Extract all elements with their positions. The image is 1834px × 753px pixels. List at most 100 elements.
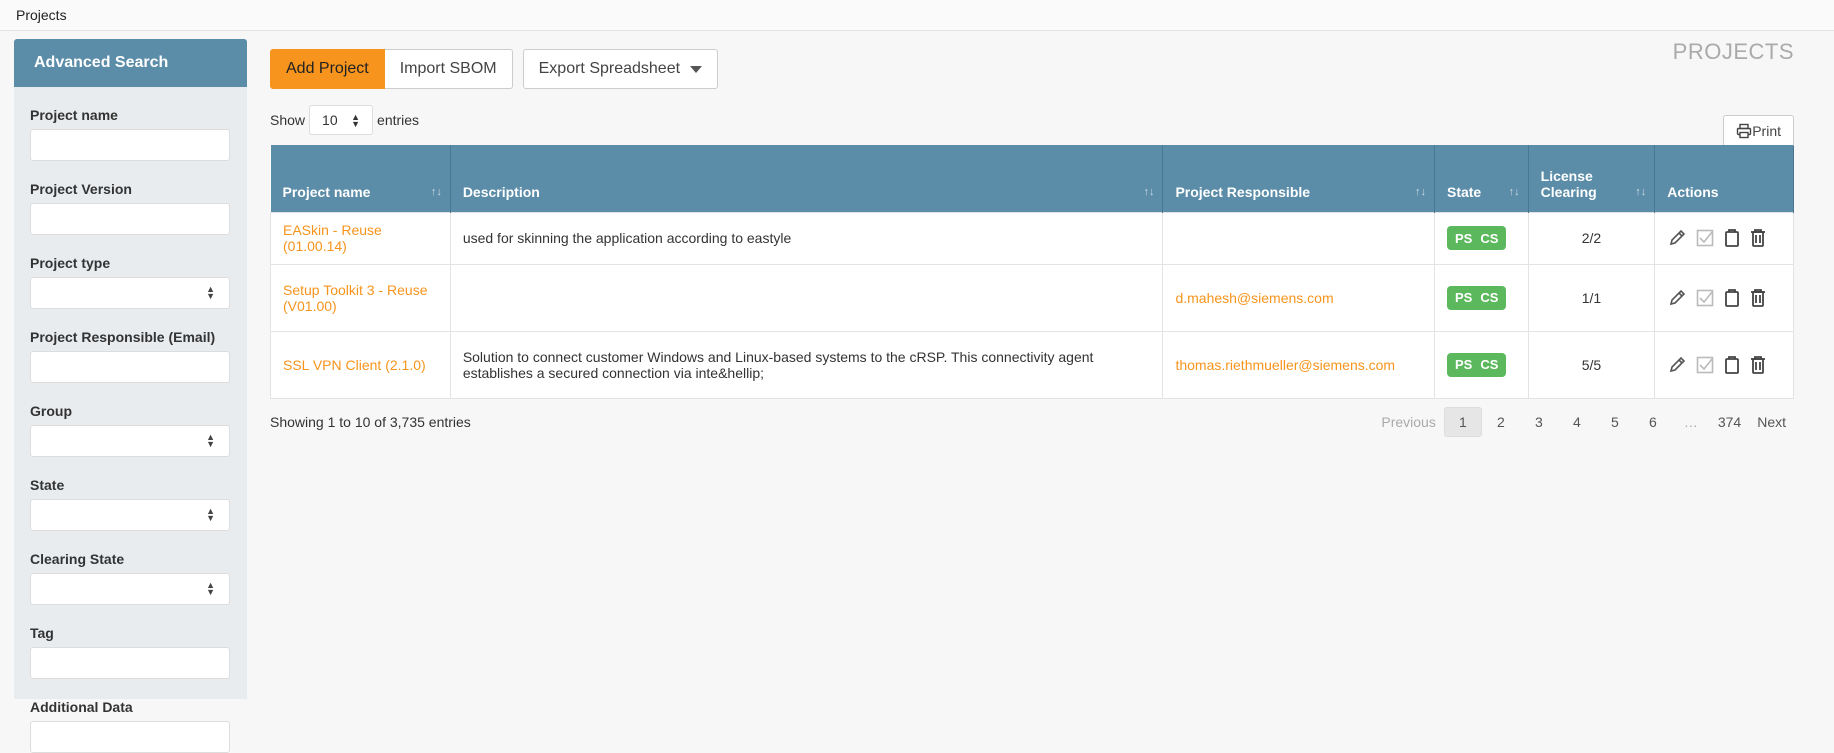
clipboard-icon[interactable]: [1723, 355, 1741, 375]
export-spreadsheet-button[interactable]: Export Spreadsheet: [522, 49, 719, 89]
filter-label: Group: [30, 403, 72, 419]
pagination-page[interactable]: 374: [1710, 407, 1749, 437]
pencil-icon[interactable]: [1667, 228, 1687, 248]
filter-tag: Tag: [14, 625, 247, 679]
topbar: Projects: [0, 0, 1834, 31]
column-header-label: Description: [462, 183, 540, 200]
filter-label: Project type: [30, 255, 111, 271]
select-arrows-icon: ▲ ▼: [351, 112, 361, 129]
toolbar: Add Project Import SBOM Export Spreadshe…: [270, 49, 1794, 89]
filter-state: State ▲ ▼: [14, 477, 247, 531]
column-header-state[interactable]: State ↑↓: [1434, 145, 1529, 212]
cell-state: PS CS: [1433, 211, 1529, 265]
cell-state: PS CS: [1433, 263, 1529, 332]
sort-icon: ↑↓: [1414, 185, 1426, 198]
show-label: Show: [270, 112, 306, 128]
filter-label: Tag: [30, 625, 54, 641]
pagination: Previous 1 2 3 4 5 6 … 374 Next: [1373, 406, 1794, 437]
cell-actions: [1654, 330, 1794, 399]
filter-project-type: Project type ▲ ▼: [14, 255, 247, 309]
project-state-label: PS: [1454, 357, 1473, 372]
additional-data-input[interactable]: [30, 721, 230, 753]
project-link[interactable]: SSL VPN Client (2.1.0): [283, 357, 426, 373]
column-header-description[interactable]: Description ↑↓: [450, 145, 1164, 212]
filter-label: State: [30, 477, 65, 493]
column-header-project-name[interactable]: Project name ↑↓: [270, 145, 451, 212]
project-link[interactable]: Setup Toolkit 3 - Reuse (V01.00): [283, 282, 428, 314]
pagination-page[interactable]: 4: [1558, 407, 1596, 437]
column-header-license-clearing[interactable]: License Clearing ↑↓: [1528, 145, 1656, 212]
row-actions: [1667, 228, 1781, 248]
cell-project-responsible: thomas.riethmueller@siemens.com: [1162, 330, 1435, 399]
table-header-row: Project name ↑↓ Description ↑↓ Project R…: [270, 145, 1794, 212]
column-header-project-responsible[interactable]: Project Responsible ↑↓: [1162, 145, 1435, 212]
column-header-label: License Clearing: [1540, 167, 1597, 200]
cell-license-clearing: 5/5: [1527, 330, 1656, 399]
project-state-label: PS: [1454, 290, 1473, 305]
cell-project-responsible: [1162, 211, 1435, 265]
page-title: PROJECTS: [1672, 39, 1794, 64]
clearing-state-label: CS: [1480, 357, 1499, 372]
filter-label: Additional Data: [30, 699, 133, 715]
project-name-input[interactable]: [30, 129, 230, 161]
responsible-email-link[interactable]: thomas.riethmueller@siemens.com: [1175, 357, 1395, 373]
filter-label: Project Version: [30, 181, 132, 197]
trash-icon[interactable]: [1749, 288, 1767, 308]
cell-state: PS CS: [1433, 330, 1529, 399]
add-project-button[interactable]: Add Project: [270, 49, 385, 89]
pagination-previous[interactable]: Previous: [1373, 407, 1443, 437]
cell-license-clearing: 1/1: [1527, 263, 1656, 332]
clearing-state-label: CS: [1480, 230, 1499, 246]
filter-project-name: Project name: [14, 107, 247, 161]
state-select[interactable]: ▲ ▼: [30, 499, 230, 531]
page-length-value: 10: [322, 112, 338, 128]
group-select[interactable]: ▲ ▼: [30, 425, 230, 457]
responsible-email-link[interactable]: d.mahesh@siemens.com: [1175, 290, 1333, 306]
pagination-page[interactable]: 1: [1443, 406, 1482, 437]
clearing-state-select[interactable]: ▲ ▼: [30, 573, 230, 605]
cell-license-clearing: 2/2: [1527, 211, 1656, 265]
cell-description: Solution to connect customer Windows and…: [449, 330, 1164, 399]
row-actions: [1667, 288, 1781, 308]
clearing-state-label: CS: [1480, 290, 1499, 305]
import-sbom-button[interactable]: Import SBOM: [384, 49, 513, 89]
cell-project-responsible: d.mahesh@siemens.com: [1162, 263, 1435, 332]
printer-icon: [1737, 123, 1752, 139]
pagination-page[interactable]: 3: [1520, 407, 1558, 437]
checkbox-icon[interactable]: [1695, 355, 1715, 375]
project-link[interactable]: EASkin - Reuse (01.00.14): [283, 222, 382, 254]
project-responsible-input[interactable]: [30, 351, 230, 383]
sort-icon: ↑↓: [430, 185, 442, 198]
print-button[interactable]: Print: [1723, 115, 1794, 147]
filter-additional-data: Additional Data: [14, 699, 247, 753]
filter-clearing-state: Clearing State ▲ ▼: [14, 551, 247, 605]
filter-project-responsible: Project Responsible (Email): [14, 329, 247, 383]
trash-icon[interactable]: [1749, 228, 1767, 248]
filter-group: Group ▲ ▼: [14, 403, 247, 457]
pagination-page[interactable]: 5: [1596, 407, 1634, 437]
pagination-page[interactable]: 2: [1482, 407, 1520, 437]
checkbox-icon[interactable]: [1695, 228, 1715, 248]
cell-project-name: Setup Toolkit 3 - Reuse (V01.00): [270, 263, 451, 332]
pencil-icon[interactable]: [1667, 355, 1687, 375]
filter-project-version: Project Version: [14, 181, 247, 235]
clipboard-icon[interactable]: [1723, 228, 1741, 248]
pencil-icon[interactable]: [1667, 288, 1687, 308]
column-header-label: State: [1446, 183, 1482, 200]
column-header-label: Project name: [282, 183, 371, 200]
project-type-select[interactable]: ▲ ▼: [30, 277, 230, 309]
clipboard-icon[interactable]: [1723, 288, 1741, 308]
column-header-actions: Actions: [1654, 145, 1794, 212]
table-footer: Showing 1 to 10 of 3,735 entries Previou…: [270, 406, 1794, 437]
page-length-select[interactable]: 10 ▲ ▼: [309, 105, 374, 135]
pagination-next[interactable]: Next: [1749, 407, 1794, 437]
project-version-input[interactable]: [30, 203, 230, 235]
table-row: Setup Toolkit 3 - Reuse (V01.00) d.mahes…: [270, 263, 1794, 332]
trash-icon[interactable]: [1749, 355, 1767, 375]
tag-input[interactable]: [30, 647, 230, 679]
projects-table: Project name ↑↓ Description ↑↓ Project R…: [270, 145, 1794, 399]
table-info: Showing 1 to 10 of 3,735 entries: [270, 413, 471, 430]
table-row: EASkin - Reuse (01.00.14) used for skinn…: [270, 211, 1794, 265]
pagination-page[interactable]: 6: [1634, 407, 1672, 437]
checkbox-icon[interactable]: [1695, 288, 1715, 308]
